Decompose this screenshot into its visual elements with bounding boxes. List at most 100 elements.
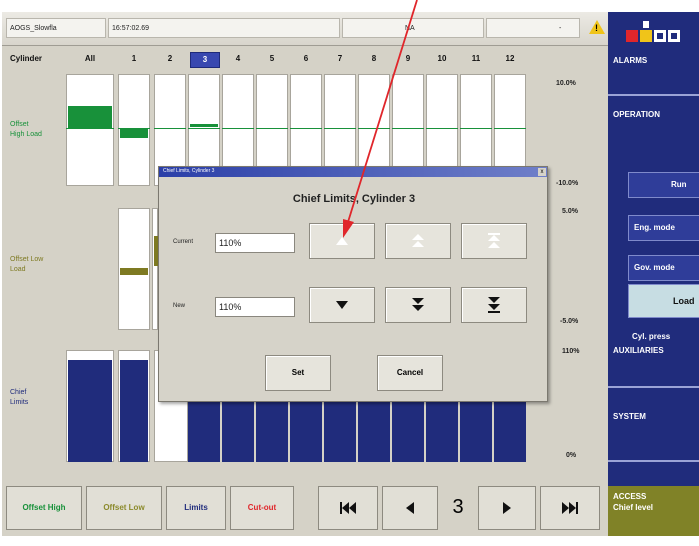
double-down-arrow-icon — [412, 298, 424, 311]
down-arrow-icon — [336, 301, 348, 309]
cyl-press-label[interactable]: Cyl. press — [632, 332, 670, 341]
column-header-12[interactable]: 12 — [496, 52, 524, 66]
offset-high-zero-line — [392, 128, 424, 129]
current-label: Current — [173, 239, 194, 245]
offset-high-zero-line — [358, 128, 390, 129]
offset-high-zero-line — [256, 128, 288, 129]
column-header-8[interactable]: 8 — [360, 52, 388, 66]
system-heading[interactable]: SYSTEM — [613, 412, 646, 421]
chief-limits-fill — [188, 402, 220, 462]
offset-high-bar — [66, 74, 114, 186]
chief-limits-fill — [324, 402, 356, 462]
access-level-value: Chief level — [613, 503, 654, 512]
new-label: New — [173, 303, 186, 309]
chief-limits-fill — [392, 402, 424, 462]
sidebar: ALARMS OPERATION Run Eng. mode Gov. mode… — [608, 12, 699, 536]
column-header-5[interactable]: 5 — [258, 52, 286, 66]
last-page-button[interactable] — [540, 486, 600, 530]
offset-high-zero-line — [324, 128, 356, 129]
next-icon — [503, 501, 511, 514]
column-header-2[interactable]: 2 — [156, 52, 184, 66]
prev-page-button[interactable] — [382, 486, 438, 530]
next-page-button[interactable] — [478, 486, 536, 530]
increase-medium-button[interactable] — [385, 223, 451, 259]
alarms-heading[interactable]: ALARMS — [613, 56, 647, 65]
sidebar-divider — [608, 94, 699, 96]
chief-limits-min: 0% — [566, 452, 577, 459]
chief-limits-fill — [68, 360, 112, 462]
app-name: AOGS_Slowfla — [6, 18, 106, 38]
set-button[interactable]: Set — [265, 355, 331, 391]
offset-high-zero-line — [494, 128, 526, 129]
chief-limits-fill — [222, 402, 254, 462]
limits-tab[interactable]: Limits — [166, 486, 226, 530]
current-value-field: 110% — [215, 233, 295, 253]
dialog-heading: Chief Limits, Cylinder 3 — [292, 193, 416, 205]
auxiliaries-heading[interactable]: AUXILIARIES — [613, 346, 664, 355]
gov-mode-button[interactable]: Gov. mode — [628, 255, 699, 281]
clock: 16:57:02.69 — [108, 18, 340, 38]
offset-high-zero-line — [154, 128, 186, 129]
column-header-6[interactable]: 6 — [292, 52, 320, 66]
new-value-field[interactable]: 110% — [215, 297, 295, 317]
column-header-all[interactable]: All — [76, 52, 104, 66]
up-arrow-icon — [336, 237, 348, 245]
offset-high-zero-line — [426, 128, 458, 129]
max-up-arrow-icon — [488, 233, 500, 248]
decrease-small-button[interactable] — [309, 287, 375, 323]
increase-max-button[interactable] — [461, 223, 527, 259]
column-header-1[interactable]: 1 — [120, 52, 148, 66]
offset-low-tab[interactable]: Offset Low — [86, 486, 162, 530]
offset-high-zero-line — [66, 128, 114, 129]
decrease-max-button[interactable] — [461, 287, 527, 323]
dash-indicator: - — [486, 18, 580, 38]
decrease-medium-button[interactable] — [385, 287, 451, 323]
offset-high-min: -10.0% — [556, 180, 579, 187]
eng-mode-button[interactable]: Eng. mode — [628, 215, 699, 241]
chief-limits-label: Chief Limits — [10, 389, 29, 406]
offset-high-tab[interactable]: Offset High — [6, 486, 82, 530]
offset-high-fill — [68, 106, 112, 128]
cancel-button[interactable]: Cancel — [377, 355, 443, 391]
offset-high-zero-line — [460, 128, 492, 129]
dialog-title-bar: Chief Limits, Cylinder 3 — [159, 167, 547, 177]
increase-small-button[interactable] — [309, 223, 375, 259]
offset-high-zero-line — [188, 128, 220, 129]
column-header-4[interactable]: 4 — [224, 52, 252, 66]
access-level[interactable]: ACCESS Chief level — [608, 486, 699, 536]
first-page-button[interactable] — [318, 486, 378, 530]
title-bar: AOGS_Slowfla 16:57:02.69 NA - ! — [2, 12, 608, 46]
column-header-9[interactable]: 9 — [394, 52, 422, 66]
offset-low-fill — [120, 268, 148, 275]
load-button[interactable]: Load — [628, 284, 699, 318]
column-header-7[interactable]: 7 — [326, 52, 354, 66]
offset-high-zero-line — [290, 128, 322, 129]
chief-limits-fill — [256, 402, 288, 462]
column-header-10[interactable]: 10 — [428, 52, 456, 66]
sidebar-divider — [608, 386, 699, 388]
skip-last-icon — [562, 501, 578, 514]
chief-limits-fill — [460, 402, 492, 462]
warning-icon[interactable]: ! — [589, 20, 605, 34]
cut-out-tab[interactable]: Cut-out — [230, 486, 294, 530]
chief-limits-max: 110% — [562, 348, 580, 355]
column-header-3[interactable]: 3 — [190, 52, 220, 68]
offset-high-label: Offset High Load — [10, 121, 42, 138]
chief-limits-fill — [358, 402, 390, 462]
operation-heading[interactable]: OPERATION — [613, 110, 660, 119]
chief-limits-fill — [426, 402, 458, 462]
cylinder-header: Cylinder — [10, 54, 43, 63]
prev-icon — [406, 501, 414, 514]
max-down-arrow-icon — [488, 297, 500, 313]
offset-low-min: -5.0% — [560, 318, 579, 325]
column-header-11[interactable]: 11 — [462, 52, 490, 66]
sidebar-divider — [608, 460, 699, 462]
offset-high-fill — [190, 124, 218, 127]
close-icon[interactable]: x — [538, 168, 546, 176]
skip-first-icon — [340, 501, 356, 514]
offset-low-max: 5.0% — [562, 208, 578, 215]
run-button[interactable]: Run — [628, 172, 699, 198]
dialog-window-title: Chief Limits, Cylinder 3 — [163, 168, 215, 174]
offset-high-fill — [120, 128, 148, 138]
chief-limits-dialog: Chief Limits, Cylinder 3 x Chief Limits,… — [158, 166, 548, 402]
